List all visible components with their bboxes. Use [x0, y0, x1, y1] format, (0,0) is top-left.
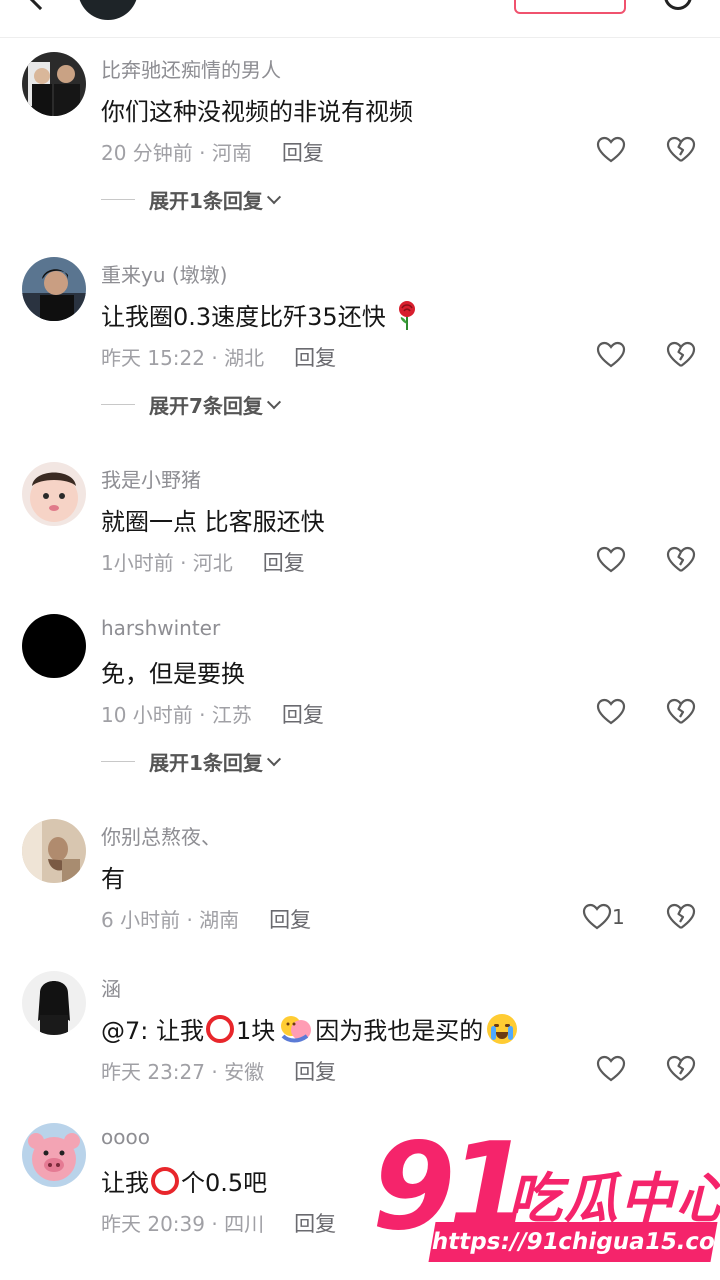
- reply-button[interactable]: 回复: [263, 551, 305, 575]
- follow-button[interactable]: [514, 0, 626, 14]
- divider-line: [101, 761, 135, 762]
- reply-button[interactable]: 回复: [269, 908, 311, 932]
- username[interactable]: harshwinter: [101, 616, 220, 640]
- time-location: 20 分钟前 · 河南: [101, 141, 252, 165]
- crying-emoji-icon: [487, 1013, 518, 1044]
- comment-text: @7: 让我 1块 因为我也是买的: [101, 1011, 521, 1046]
- username[interactable]: oooo: [101, 1125, 150, 1149]
- expand-replies[interactable]: 展开1条回复: [101, 747, 281, 776]
- expand-label: 展开1条回复: [149, 751, 263, 775]
- expand-replies[interactable]: 展开1条回复: [101, 185, 281, 214]
- expand-label: 展开7条回复: [149, 394, 263, 418]
- comment-meta: 20 分钟前 · 河南 回复: [101, 137, 324, 167]
- username[interactable]: 重来yu (墩墩): [101, 259, 227, 288]
- search-icon[interactable]: [664, 0, 692, 10]
- comment-text-part: @7: 让我: [101, 1017, 204, 1045]
- broken-heart-icon[interactable]: [666, 902, 696, 932]
- comment-meta: 6 小时前 · 湖南 回复: [101, 904, 311, 934]
- broken-heart-icon[interactable]: [666, 697, 696, 727]
- top-bar: [0, 0, 720, 38]
- chevron-down-icon: [266, 394, 281, 409]
- heart-outline-icon[interactable]: [596, 545, 626, 575]
- watermark-logo: 91 吃瓜中心 https://91chigua15.com: [372, 1118, 720, 1264]
- chevron-down-icon: [266, 751, 281, 766]
- comment-text-part: 个0.5吧: [181, 1169, 268, 1197]
- comment-text: 让我 个0.5吧: [101, 1163, 267, 1198]
- header-avatar[interactable]: [78, 0, 138, 20]
- reply-button[interactable]: 回复: [294, 346, 336, 370]
- comment-item: 涵 @7: 让我 1块 因为我也是买的 昨天 23:27 · 安徽 回复: [0, 957, 720, 1109]
- comment-text-part: 让我: [101, 1169, 149, 1197]
- comment-item: harshwinter 免，但是要换 10 小时前 · 江苏 回复 展开1条回复: [0, 600, 720, 805]
- comment-text-part: 因为我也是买的: [315, 1017, 484, 1045]
- hug-emoji-icon: [279, 1014, 312, 1044]
- comment-text: 免，但是要换: [101, 660, 245, 688]
- username[interactable]: 比奔驰还痴情的男人: [101, 54, 281, 83]
- comment-text: 就圈一点 比客服还快: [101, 508, 325, 536]
- comment-item: 比奔驰还痴情的男人 你们这种没视频的非说有视频 20 分钟前 · 河南 回复 展开…: [0, 38, 720, 243]
- avatar[interactable]: [22, 614, 86, 678]
- back-icon[interactable]: [25, 0, 55, 11]
- comment-text: 有: [101, 865, 125, 893]
- heart-outline-icon[interactable]: [596, 135, 626, 165]
- divider-line: [101, 404, 135, 405]
- reply-button[interactable]: 回复: [294, 1212, 336, 1236]
- broken-heart-icon[interactable]: [666, 1054, 696, 1084]
- heart-outline-icon[interactable]: [596, 1054, 626, 1084]
- comment-list: 比奔驰还痴情的男人 你们这种没视频的非说有视频 20 分钟前 · 河南 回复 展开…: [0, 38, 720, 1261]
- broken-heart-icon[interactable]: [666, 545, 696, 575]
- time-location: 6 小时前 · 湖南: [101, 908, 240, 932]
- like-count: 1: [612, 905, 625, 929]
- comment-item: 你别总熬夜、 有 6 小时前 · 湖南 回复 1: [0, 805, 720, 957]
- reply-button[interactable]: 回复: [294, 1060, 336, 1084]
- reply-button[interactable]: 回复: [282, 703, 324, 727]
- divider-line: [101, 199, 135, 200]
- heart-outline-icon[interactable]: [596, 340, 626, 370]
- avatar[interactable]: [22, 971, 86, 1035]
- time-location: 1小时前 · 河北: [101, 551, 233, 575]
- username[interactable]: 涵: [101, 973, 121, 1002]
- comment-text-content: 让我圈0.3速度比歼35还快: [101, 303, 386, 331]
- expand-label: 展开1条回复: [149, 189, 263, 213]
- rose-emoji-icon: [394, 300, 420, 330]
- comment-meta: 1小时前 · 河北 回复: [101, 547, 305, 577]
- chevron-down-icon: [266, 189, 281, 204]
- red-circle-emoji-icon: [151, 1166, 179, 1195]
- username[interactable]: 我是小野猪: [101, 464, 201, 493]
- time-location: 昨天 23:27 · 安徽: [101, 1060, 265, 1084]
- expand-replies[interactable]: 展开7条回复: [101, 390, 281, 419]
- heart-outline-icon[interactable]: [596, 697, 626, 727]
- broken-heart-icon[interactable]: [666, 135, 696, 165]
- avatar[interactable]: [22, 257, 86, 321]
- avatar[interactable]: [22, 1123, 86, 1187]
- comment-meta: 昨天 15:22 · 湖北 回复: [101, 342, 336, 372]
- time-location: 昨天 20:39 · 四川: [101, 1212, 265, 1236]
- watermark-url: https://91chigua15.com: [428, 1222, 720, 1262]
- avatar[interactable]: [22, 52, 86, 116]
- comment-text-part: 1块: [235, 1017, 276, 1045]
- username[interactable]: 你别总熬夜、: [101, 821, 221, 850]
- comment-text: 你们这种没视频的非说有视频: [101, 98, 413, 126]
- time-location: 10 小时前 · 江苏: [101, 703, 252, 727]
- avatar[interactable]: [22, 462, 86, 526]
- comment-meta: 昨天 20:39 · 四川 回复: [101, 1208, 336, 1238]
- comment-item: 我是小野猪 就圈一点 比客服还快 1小时前 · 河北 回复: [0, 448, 720, 600]
- comment-meta: 10 小时前 · 江苏 回复: [101, 699, 324, 729]
- reply-button[interactable]: 回复: [282, 141, 324, 165]
- comment-meta: 昨天 23:27 · 安徽 回复: [101, 1056, 336, 1086]
- red-circle-emoji-icon: [205, 1014, 234, 1043]
- time-location: 昨天 15:22 · 湖北: [101, 346, 265, 370]
- comment-text: 让我圈0.3速度比歼35还快: [101, 297, 420, 332]
- comment-item: 重来yu (墩墩) 让我圈0.3速度比歼35还快 昨天 15:22 · 湖北 回复…: [0, 243, 720, 448]
- broken-heart-icon[interactable]: [666, 340, 696, 370]
- avatar[interactable]: [22, 819, 86, 883]
- heart-outline-icon[interactable]: [582, 902, 612, 932]
